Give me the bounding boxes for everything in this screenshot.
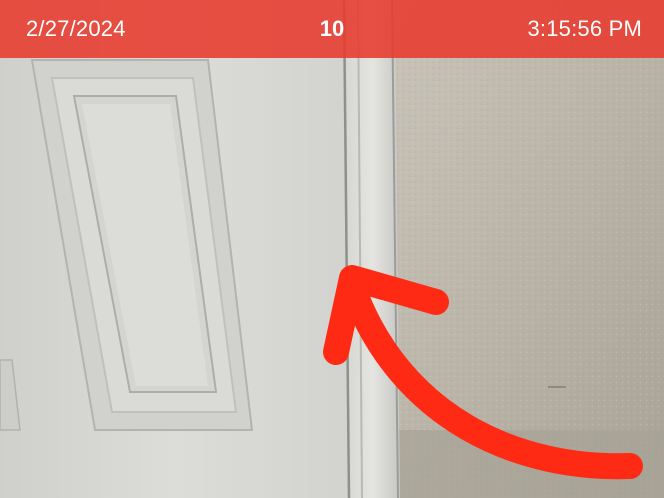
wall-baseboard xyxy=(395,430,664,498)
door-photo xyxy=(0,0,664,498)
date-label: 2/27/2024 xyxy=(26,16,126,41)
photo-viewer: 2/27/2024 10 3:15:56 PM xyxy=(0,0,664,498)
time-label: 3:15:56 PM xyxy=(527,16,642,41)
status-bar: 2/27/2024 10 3:15:56 PM xyxy=(0,0,664,58)
photo-count: 10 xyxy=(319,16,345,41)
door-trim xyxy=(345,0,400,498)
